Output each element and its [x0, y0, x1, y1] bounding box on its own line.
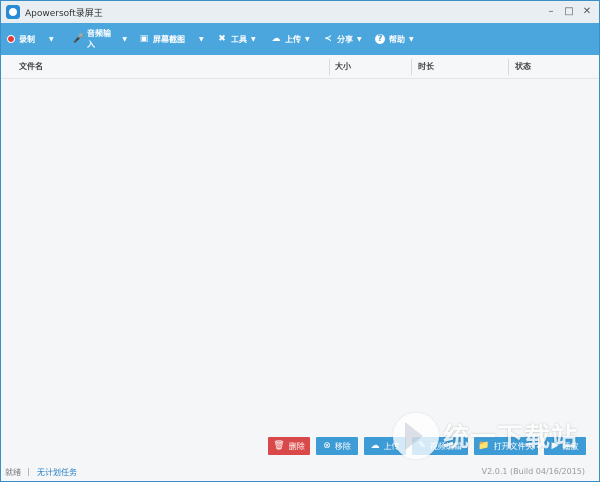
delete-label: 删除	[288, 441, 305, 451]
chevron-down-icon[interactable]: ▼	[409, 36, 414, 43]
share-menu[interactable]: ≺ 分享 ▼	[317, 23, 369, 55]
chevron-down-icon[interactable]: ▼	[49, 36, 54, 43]
app-window: Apowersoft录屏王 – □ ✕ 录制 ▼ 🎤 音频输入 ▼ ▣ 屏幕截图…	[0, 0, 600, 482]
audio-input-menu[interactable]: 🎤 音频输入 ▼	[67, 23, 133, 55]
screenshot-menu[interactable]: ▣ 屏幕截图 ▼	[133, 23, 211, 55]
scheduled-tasks-link[interactable]: 无计划任务	[37, 467, 77, 478]
play-button[interactable]: ▶ 播放	[544, 437, 586, 455]
share-icon: ≺	[324, 34, 332, 44]
play-icon: ▶	[551, 441, 559, 451]
window-controls: – □ ✕	[543, 4, 595, 19]
status-bar: 就绪 | 无计划任务 V2.0.1 (Build 04/16/2015)	[1, 461, 599, 481]
upload-menu[interactable]: ☁ 上传 ▼	[265, 23, 317, 55]
cloud-upload-icon: ☁	[370, 441, 380, 451]
column-header-size[interactable]: 大小	[331, 55, 351, 79]
window-title: Apowersoft录屏王	[25, 9, 103, 19]
chevron-down-icon[interactable]: ▼	[199, 36, 204, 43]
title-bar[interactable]: Apowersoft录屏王 – □ ✕	[1, 1, 599, 23]
camera-icon: ▣	[139, 34, 149, 44]
status-text: 就绪	[5, 468, 21, 477]
open-folder-label: 打开文件夹	[493, 441, 534, 451]
column-divider[interactable]	[508, 59, 509, 75]
edit-video-label: 视频编辑	[429, 441, 462, 451]
file-list-header: 文件名 大小 时长 状态	[1, 55, 599, 79]
column-header-duration[interactable]: 时长	[414, 55, 434, 79]
edit-icon: ✎	[418, 441, 426, 451]
help-icon: ?	[375, 34, 385, 44]
record-menu[interactable]: 录制 ▼	[1, 23, 67, 55]
status-divider: |	[27, 467, 30, 476]
edit-video-button[interactable]: ✎ 视频编辑	[412, 437, 468, 455]
trash-icon: 🗑	[273, 441, 285, 451]
chevron-down-icon[interactable]: ▼	[305, 36, 310, 43]
upload-button[interactable]: ☁ 上传	[364, 437, 406, 455]
chevron-down-icon[interactable]: ▼	[357, 36, 362, 43]
upload-button-label: 上传	[383, 441, 400, 451]
play-label: 播放	[562, 441, 579, 451]
help-label: 帮助	[389, 34, 405, 44]
microphone-icon: 🎤	[73, 34, 85, 44]
tools-label: 工具	[231, 34, 247, 44]
column-header-filename[interactable]: 文件名	[15, 55, 43, 79]
tools-icon: ✖	[218, 34, 226, 44]
column-header-status[interactable]: 状态	[511, 55, 531, 79]
record-label: 录制	[19, 34, 35, 44]
cloud-upload-icon: ☁	[271, 34, 281, 44]
close-icon[interactable]: ✕	[579, 4, 595, 19]
share-label: 分享	[337, 34, 353, 44]
remove-button[interactable]: ⊗ 移除	[316, 437, 358, 455]
folder-icon: 📁	[478, 441, 490, 451]
delete-button[interactable]: 🗑 删除	[268, 437, 310, 455]
audio-input-label: 音频输入	[87, 29, 111, 49]
upload-label: 上传	[285, 34, 301, 44]
file-list[interactable]	[1, 79, 599, 431]
screenshot-label: 屏幕截图	[153, 34, 185, 44]
remove-label: 移除	[334, 441, 351, 451]
version-label: V2.0.1 (Build 04/16/2015)	[481, 467, 585, 476]
tools-menu[interactable]: ✖ 工具 ▼	[211, 23, 265, 55]
remove-circle-icon: ⊗	[323, 441, 331, 451]
chevron-down-icon[interactable]: ▼	[251, 36, 256, 43]
column-divider[interactable]	[411, 59, 412, 75]
main-toolbar: 录制 ▼ 🎤 音频输入 ▼ ▣ 屏幕截图 ▼ ✖ 工具 ▼ ☁ 上传 ▼ ≺ 分…	[1, 23, 599, 55]
open-folder-button[interactable]: 📁 打开文件夹	[474, 437, 538, 455]
column-divider[interactable]	[329, 59, 330, 75]
chevron-down-icon[interactable]: ▼	[122, 36, 127, 43]
action-bar: 🗑 删除 ⊗ 移除 ☁ 上传 ✎ 视频编辑 📁 打开文件夹 ▶ 播放	[1, 431, 599, 461]
minimize-icon[interactable]: –	[543, 4, 559, 19]
record-dot-icon	[7, 35, 15, 43]
help-menu[interactable]: ? 帮助 ▼	[369, 23, 421, 55]
maximize-icon[interactable]: □	[561, 4, 577, 19]
app-logo-icon	[6, 5, 20, 19]
